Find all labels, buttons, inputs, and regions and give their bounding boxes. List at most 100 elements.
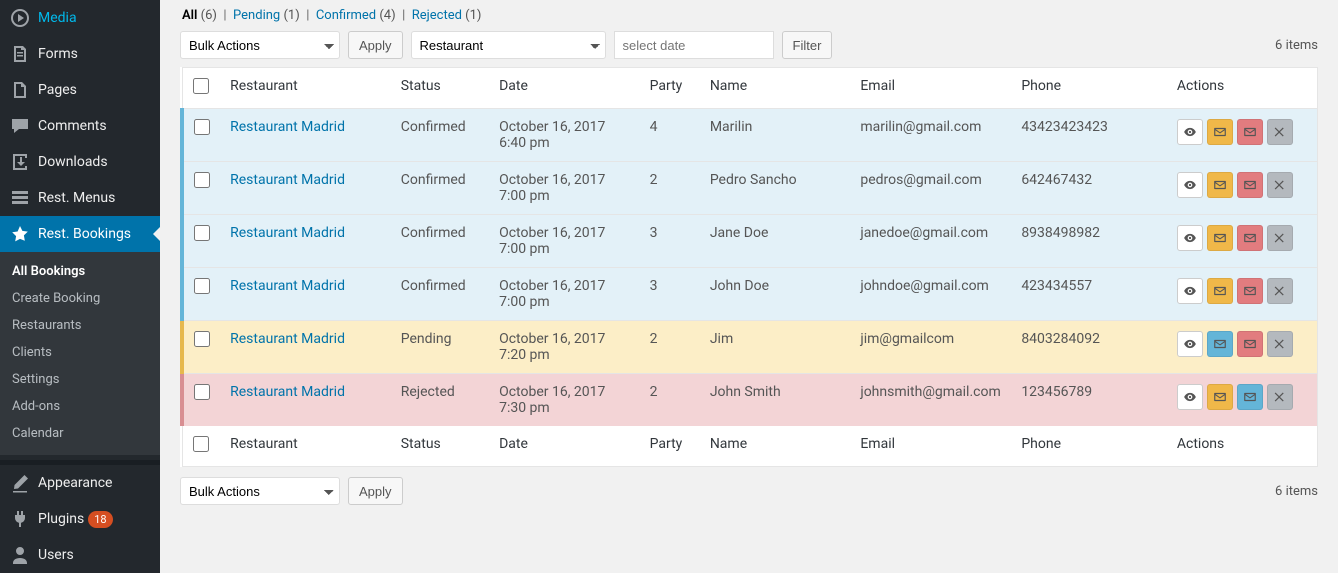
sidebar-subitem-all-bookings[interactable]: All Bookings bbox=[0, 258, 160, 285]
sidebar-item-appearance[interactable]: Appearance bbox=[0, 465, 160, 501]
appearance-icon bbox=[10, 473, 30, 493]
items-count-top: 6 items bbox=[1275, 38, 1318, 53]
sidebar-subitem-restaurants[interactable]: Restaurants bbox=[0, 312, 160, 339]
row-checkbox[interactable] bbox=[194, 119, 210, 135]
send-rejection-button[interactable] bbox=[1237, 225, 1263, 251]
col-status[interactable]: Status bbox=[391, 426, 489, 467]
restaurant-link[interactable]: Restaurant Madrid bbox=[230, 119, 345, 135]
delete-booking-button[interactable] bbox=[1267, 278, 1293, 304]
restaurant-link[interactable]: Restaurant Madrid bbox=[230, 278, 345, 294]
status-cell: Confirmed bbox=[391, 162, 489, 215]
col-restaurant[interactable]: Restaurant bbox=[220, 68, 391, 109]
restaurant-filter-select[interactable]: Restaurant bbox=[411, 31, 606, 59]
sidebar-subitem-add-ons[interactable]: Add-ons bbox=[0, 393, 160, 420]
bulk-actions-select[interactable]: Bulk Actions bbox=[180, 31, 340, 59]
view-booking-button[interactable] bbox=[1177, 172, 1203, 198]
sidebar-subitem-clients[interactable]: Clients bbox=[0, 339, 160, 366]
row-actions bbox=[1177, 172, 1307, 198]
sidebar-item-plugins[interactable]: Plugins18 bbox=[0, 501, 160, 537]
send-rejection-button[interactable] bbox=[1237, 331, 1263, 357]
row-actions bbox=[1177, 225, 1307, 251]
filter-all-link[interactable]: All bbox=[182, 8, 197, 23]
delete-booking-button[interactable] bbox=[1267, 384, 1293, 410]
view-booking-button[interactable] bbox=[1177, 384, 1203, 410]
filter-rejected-count: (1) bbox=[465, 8, 481, 23]
col-phone[interactable]: Phone bbox=[1011, 426, 1167, 467]
sidebar-item-comments[interactable]: Comments bbox=[0, 108, 160, 144]
row-checkbox[interactable] bbox=[194, 331, 210, 347]
send-confirmation-button[interactable] bbox=[1207, 225, 1233, 251]
row-checkbox[interactable] bbox=[194, 278, 210, 294]
send-confirmation-button[interactable] bbox=[1207, 172, 1233, 198]
party-cell: 2 bbox=[640, 321, 700, 374]
sidebar-item-users[interactable]: Users bbox=[0, 537, 160, 573]
filter-rejected-link[interactable]: Rejected bbox=[412, 8, 462, 23]
main-content: All (6) | Pending (1) | Confirmed (4) | … bbox=[160, 0, 1338, 573]
row-checkbox[interactable] bbox=[194, 172, 210, 188]
select-all-checkbox-footer[interactable] bbox=[193, 436, 209, 452]
col-name[interactable]: Name bbox=[700, 68, 851, 109]
col-phone[interactable]: Phone bbox=[1011, 68, 1167, 109]
sidebar-item-label: Rest. Bookings bbox=[38, 226, 131, 242]
view-booking-button[interactable] bbox=[1177, 278, 1203, 304]
email-cell: johnsmith@gmail.com bbox=[850, 374, 1011, 427]
delete-booking-button[interactable] bbox=[1267, 119, 1293, 145]
filter-pending-link[interactable]: Pending bbox=[233, 8, 280, 23]
sidebar-item-rest-bookings[interactable]: Rest. Bookings bbox=[0, 216, 160, 252]
party-cell: 2 bbox=[640, 374, 700, 427]
restaurant-link[interactable]: Restaurant Madrid bbox=[230, 172, 345, 188]
view-booking-button[interactable] bbox=[1177, 225, 1203, 251]
status-cell: Pending bbox=[391, 321, 489, 374]
send-rejection-button[interactable] bbox=[1237, 119, 1263, 145]
restaurant-link[interactable]: Restaurant Madrid bbox=[230, 225, 345, 241]
sidebar-item-forms[interactable]: Forms bbox=[0, 36, 160, 72]
row-checkbox[interactable] bbox=[194, 225, 210, 241]
col-name[interactable]: Name bbox=[700, 426, 851, 467]
row-checkbox[interactable] bbox=[194, 384, 210, 400]
send-rejection-button[interactable] bbox=[1237, 278, 1263, 304]
view-booking-button[interactable] bbox=[1177, 119, 1203, 145]
col-party[interactable]: Party bbox=[640, 68, 700, 109]
view-booking-button[interactable] bbox=[1177, 331, 1203, 357]
bulk-actions-select-bottom[interactable]: Bulk Actions bbox=[180, 477, 340, 505]
select-all-checkbox[interactable] bbox=[193, 78, 209, 94]
sidebar-subitem-create-booking[interactable]: Create Booking bbox=[0, 285, 160, 312]
download-icon bbox=[10, 152, 30, 172]
filter-button[interactable]: Filter bbox=[782, 31, 833, 59]
filter-all-count: (6) bbox=[201, 8, 217, 23]
delete-booking-button[interactable] bbox=[1267, 172, 1293, 198]
col-email[interactable]: Email bbox=[850, 68, 1011, 109]
sidebar-item-pages[interactable]: Pages bbox=[0, 72, 160, 108]
filter-confirmed-link[interactable]: Confirmed bbox=[316, 8, 376, 23]
bookings-icon bbox=[10, 224, 30, 244]
restaurant-link[interactable]: Restaurant Madrid bbox=[230, 384, 345, 400]
sidebar-subitem-settings[interactable]: Settings bbox=[0, 366, 160, 393]
send-confirmation-button[interactable] bbox=[1207, 278, 1233, 304]
apply-bulk-button-bottom[interactable]: Apply bbox=[348, 477, 403, 505]
send-confirmation-button[interactable] bbox=[1207, 119, 1233, 145]
send-confirmation-button[interactable] bbox=[1237, 384, 1263, 410]
row-actions bbox=[1177, 119, 1307, 145]
send-confirmation-button[interactable] bbox=[1207, 331, 1233, 357]
email-cell: johndoe@gmail.com bbox=[850, 268, 1011, 321]
send-confirmation-button[interactable] bbox=[1207, 384, 1233, 410]
sidebar-item-media[interactable]: Media bbox=[0, 0, 160, 36]
delete-booking-button[interactable] bbox=[1267, 331, 1293, 357]
send-rejection-button[interactable] bbox=[1237, 172, 1263, 198]
col-party[interactable]: Party bbox=[640, 426, 700, 467]
col-date[interactable]: Date bbox=[489, 426, 640, 467]
restaurant-link[interactable]: Restaurant Madrid bbox=[230, 331, 345, 347]
col-date[interactable]: Date bbox=[489, 68, 640, 109]
col-status[interactable]: Status bbox=[391, 68, 489, 109]
sidebar-subitem-calendar[interactable]: Calendar bbox=[0, 420, 160, 447]
sidebar-item-rest-menus[interactable]: Rest. Menus bbox=[0, 180, 160, 216]
phone-cell: 123456789 bbox=[1011, 374, 1167, 427]
sidebar-item-downloads[interactable]: Downloads bbox=[0, 144, 160, 180]
table-toolbar-top: Bulk Actions Apply Restaurant Filter 6 i… bbox=[180, 31, 1318, 59]
delete-booking-button[interactable] bbox=[1267, 225, 1293, 251]
apply-bulk-button[interactable]: Apply bbox=[348, 31, 403, 59]
date-filter-input[interactable] bbox=[614, 31, 774, 59]
col-restaurant[interactable]: Restaurant bbox=[220, 426, 391, 467]
col-email[interactable]: Email bbox=[850, 426, 1011, 467]
update-badge: 18 bbox=[88, 511, 112, 528]
